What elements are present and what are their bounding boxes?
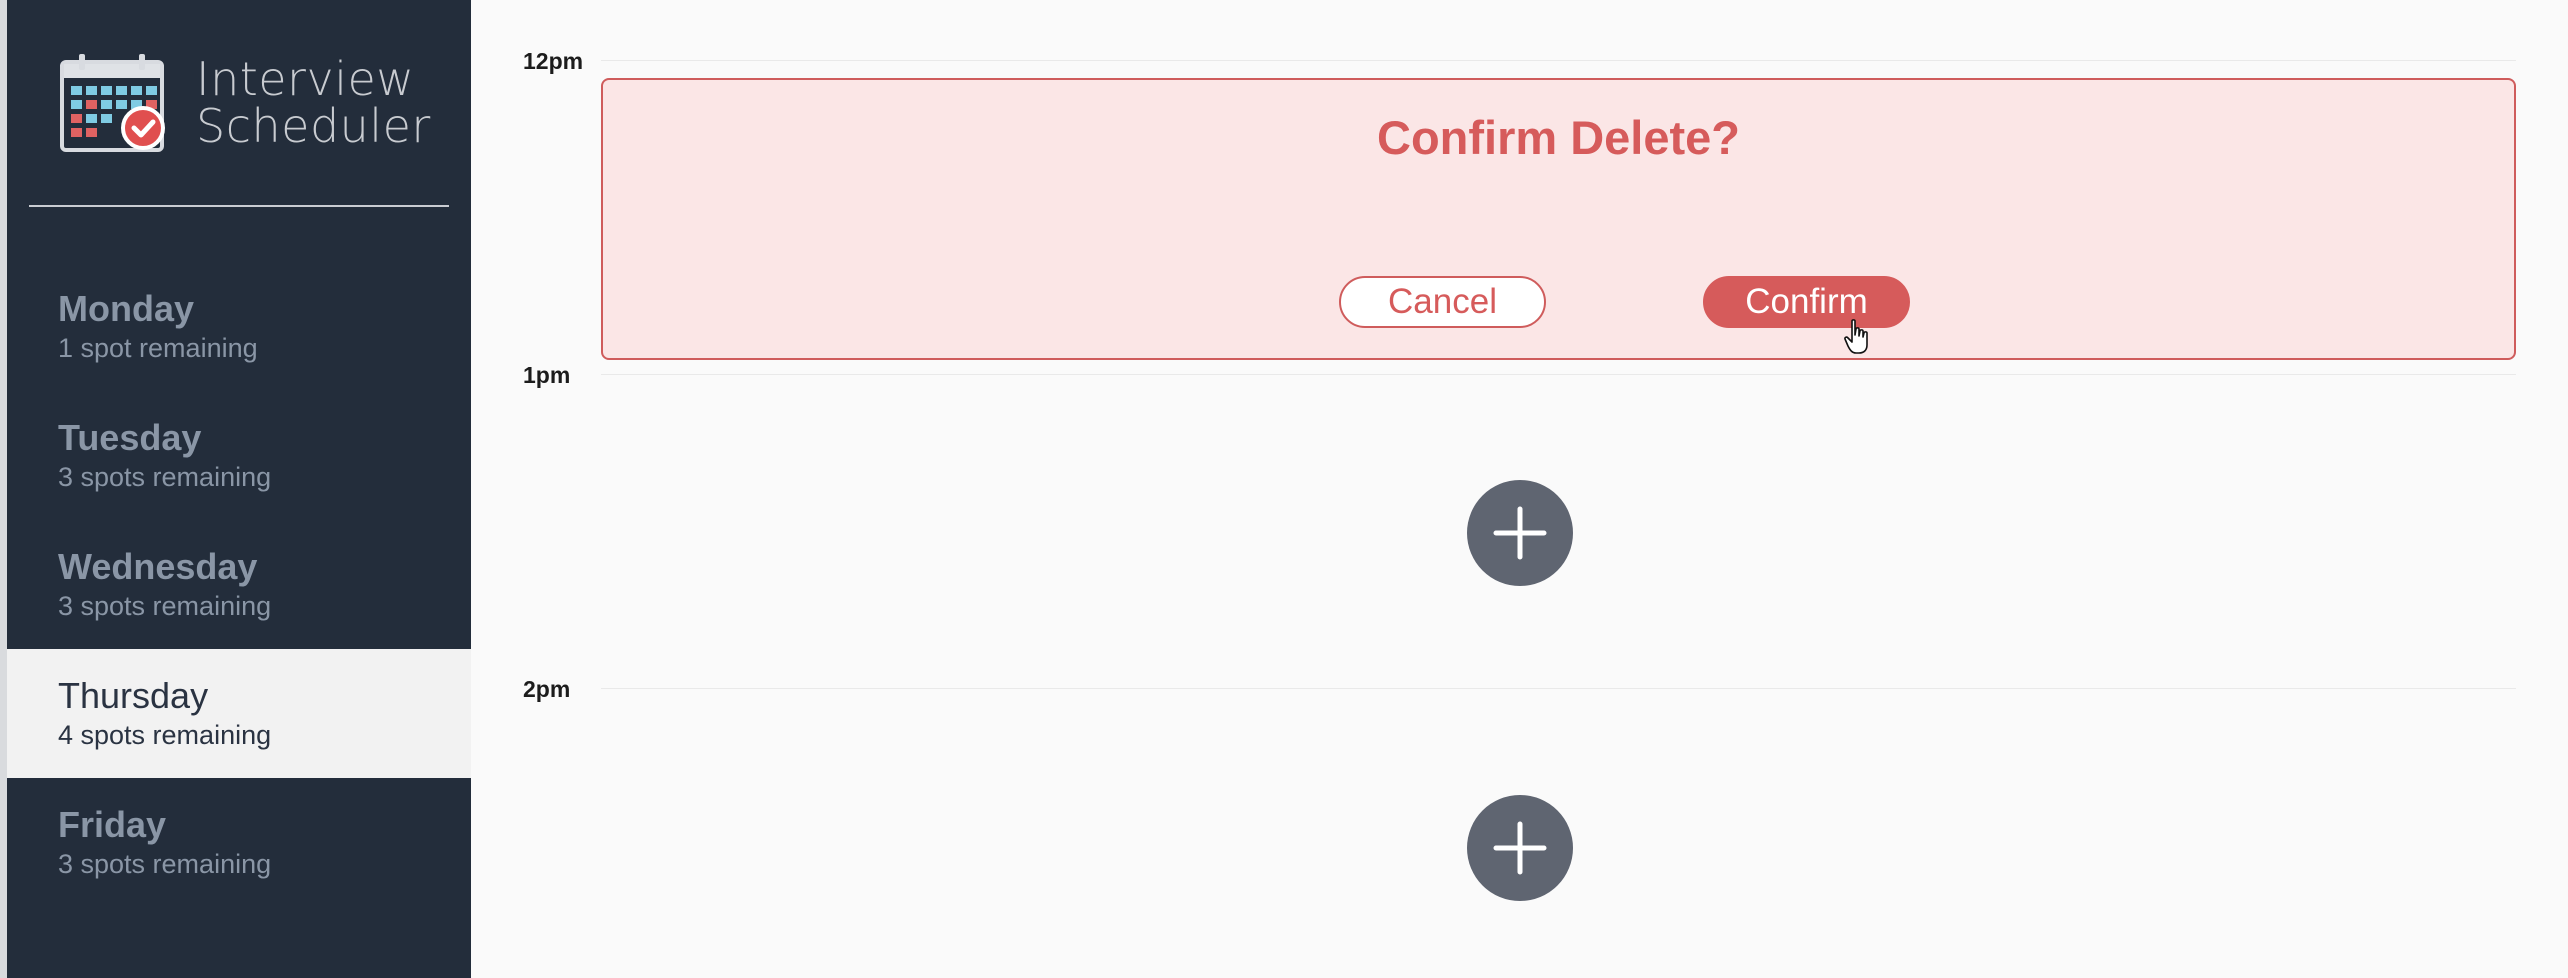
- sidebar-item-wednesday[interactable]: Wednesday 3 spots remaining: [7, 520, 471, 649]
- day-spots-remaining: 3 spots remaining: [58, 462, 272, 492]
- sidebar-item-monday[interactable]: Monday 1 spot remaining: [7, 262, 471, 391]
- hand-pointer-icon: [1844, 319, 1868, 354]
- day-name: Monday: [58, 288, 195, 329]
- time-label-2pm: 2pm: [523, 676, 571, 702]
- app-title-line2: Scheduler: [196, 99, 431, 153]
- day-spots-remaining: 3 spots remaining: [58, 849, 272, 879]
- confirm-button[interactable]: Confirm: [1703, 276, 1910, 328]
- confirm-delete-message: Confirm Delete?: [1377, 111, 1740, 164]
- time-label-1pm: 1pm: [523, 362, 571, 388]
- add-appointment-button[interactable]: [1467, 795, 1573, 901]
- slot-separator: [601, 60, 2516, 61]
- sidebar-item-friday[interactable]: Friday 3 spots remaining: [7, 778, 471, 907]
- cancel-button[interactable]: Cancel: [1339, 276, 1546, 328]
- sidebar-item-tuesday[interactable]: Tuesday 3 spots remaining: [7, 391, 471, 520]
- slot-separator: [601, 374, 2516, 375]
- time-label-12pm: 12pm: [523, 48, 584, 74]
- day-name: Wednesday: [58, 546, 258, 587]
- sidebar-divider: [29, 205, 449, 207]
- slot-separator: [601, 688, 2516, 689]
- day-name: Tuesday: [58, 417, 202, 458]
- plus-icon: [1493, 821, 1547, 875]
- day-spots-remaining: 1 spot remaining: [58, 333, 258, 363]
- app-title: Interview Scheduler: [196, 56, 431, 150]
- add-appointment-button[interactable]: [1467, 480, 1573, 586]
- sidebar-item-thursday[interactable]: Thursday 4 spots remaining: [7, 649, 471, 778]
- app-title-line1: Interview: [196, 52, 415, 106]
- calendar-check-icon: [60, 54, 165, 152]
- confirm-delete-dialog: Confirm Delete? Cancel Confirm: [601, 78, 2516, 360]
- day-spots-remaining: 4 spots remaining: [58, 720, 272, 750]
- day-name: Thursday: [58, 675, 209, 716]
- schedule: 12pm Confirm Delete? Cancel Confirm 1pm …: [471, 0, 2568, 978]
- plus-icon: [1493, 506, 1547, 560]
- sidebar: Interview Scheduler Monday 1 spot remain…: [0, 0, 471, 978]
- app-logo: Interview Scheduler: [59, 52, 431, 154]
- app-root: Interview Scheduler Monday 1 spot remain…: [0, 0, 2568, 978]
- day-name: Friday: [58, 804, 167, 845]
- day-spots-remaining: 3 spots remaining: [58, 591, 272, 621]
